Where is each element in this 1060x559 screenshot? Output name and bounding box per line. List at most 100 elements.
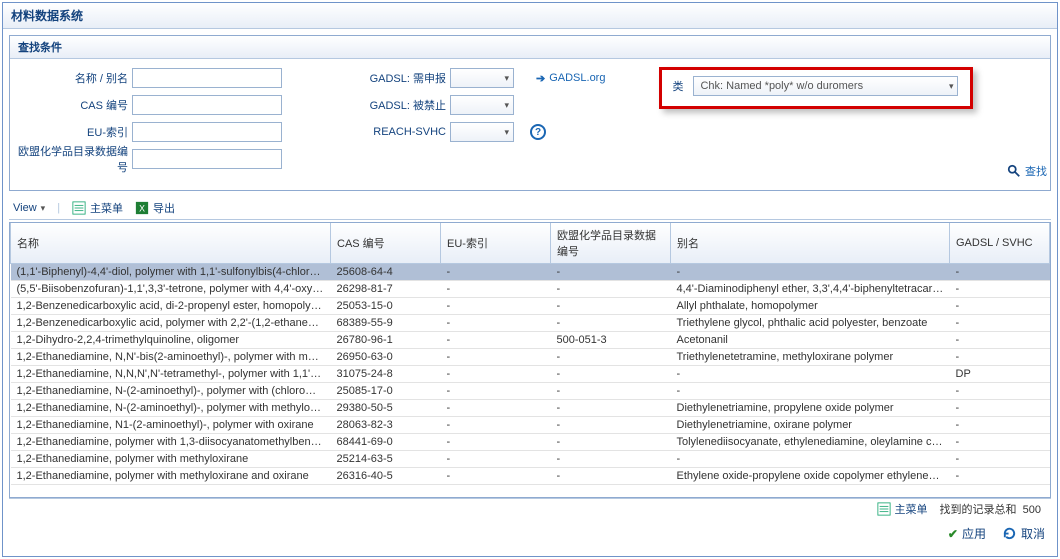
refresh-icon [1002, 526, 1017, 541]
col-eu[interactable]: EU-索引 [441, 223, 551, 264]
table-row[interactable]: 1,2-Benzenedicarboxylic acid, polymer wi… [11, 315, 1050, 332]
cell-cas: 31075-24-8 [331, 366, 441, 383]
cell-gadsl: - [950, 264, 1050, 281]
main-menu-button[interactable]: 主菜单 [72, 200, 123, 216]
cell-eunum: - [551, 417, 671, 434]
cell-eu: - [441, 383, 551, 400]
cell-alias: Acetonanil [671, 332, 950, 349]
gadsl-ban-label: GADSL: 被禁止 [366, 97, 446, 113]
cell-eunum: - [551, 468, 671, 485]
cell-cas: 26780-96-1 [331, 332, 441, 349]
cas-input[interactable] [132, 95, 282, 115]
grid-toolbar: View ▾ | 主菜单 X 导出 [9, 197, 1051, 220]
cell-cas: 25608-64-4 [331, 264, 441, 281]
col-name[interactable]: 名称 [11, 223, 331, 264]
cell-alias: Allyl phthalate, homopolymer [671, 298, 950, 315]
search-button[interactable]: 查找 [1025, 163, 1047, 179]
gadsl-link[interactable]: ➔GADSL.org [536, 72, 605, 85]
cancel-button[interactable]: 取消 [1002, 525, 1045, 542]
cell-alias: Diethylenetriamine, oxirane polymer [671, 417, 950, 434]
table-row[interactable]: 1,2-Ethanediamine, polymer with methylox… [11, 451, 1050, 468]
class-filter-highlight: 类 Chk: Named *poly* w/o duromers ▾ [659, 67, 973, 109]
cell-eunum: - [551, 366, 671, 383]
class-value: Chk: Named *poly* w/o duromers [700, 80, 863, 92]
cell-name: 1,2-Ethanediamine, polymer with 1,3-diis… [11, 434, 331, 451]
table-row[interactable]: (5,5'-Biisobenzofuran)-1,1',3,3'-tetrone… [11, 281, 1050, 298]
cell-name: 1,2-Ethanediamine, N-(2-aminoethyl)-, po… [11, 383, 331, 400]
chevron-down-icon: ▾ [504, 73, 509, 84]
cell-cas: 29380-50-5 [331, 400, 441, 417]
cell-alias: - [671, 451, 950, 468]
chevron-down-icon: ▾ [504, 127, 509, 138]
cell-eu: - [441, 349, 551, 366]
cell-gadsl: - [950, 417, 1050, 434]
table-row[interactable]: 1,2-Ethanediamine, N,N,N',N'-tetramethyl… [11, 366, 1050, 383]
table-row[interactable]: (1,1'-Biphenyl)-4,4'-diol, polymer with … [11, 264, 1050, 281]
cell-gadsl: - [950, 315, 1050, 332]
cell-name: 1,2-Benzenedicarboxylic acid, polymer wi… [11, 315, 331, 332]
col-alias[interactable]: 别名 [671, 223, 950, 264]
results-grid: 名称 CAS 编号 EU-索引 欧盟化学品目录数据编号 别名 GADSL / S… [9, 222, 1051, 498]
cell-name: 1,2-Ethanediamine, polymer with methylox… [11, 468, 331, 485]
cell-eu: - [441, 332, 551, 349]
cell-cas: 68389-55-9 [331, 315, 441, 332]
export-button[interactable]: X 导出 [135, 200, 175, 216]
cell-alias: Triethylene glycol, phthalic acid polyes… [671, 315, 950, 332]
cell-gadsl: - [950, 434, 1050, 451]
cell-gadsl: - [950, 468, 1050, 485]
cell-name: 1,2-Ethanediamine, N,N,N',N'-tetramethyl… [11, 366, 331, 383]
eucat-label: 欧盟化学品目录数据编号 [18, 143, 128, 175]
table-row[interactable]: 1,2-Dihydro-2,2,4-trimethylquinoline, ol… [11, 332, 1050, 349]
eucat-input[interactable] [132, 149, 282, 169]
cell-name: 1,2-Ethanediamine, N-(2-aminoethyl)-, po… [11, 400, 331, 417]
table-row[interactable]: 1,2-Ethanediamine, N-(2-aminoethyl)-, po… [11, 400, 1050, 417]
cell-alias: - [671, 366, 950, 383]
cell-alias: - [671, 264, 950, 281]
cell-eunum: - [551, 298, 671, 315]
footer-main-menu-button[interactable]: 主菜单 [877, 501, 928, 517]
view-button[interactable]: View ▾ [13, 202, 45, 214]
table-row[interactable]: 1,2-Benzenedicarboxylic acid, di-2-prope… [11, 298, 1050, 315]
cell-alias: Diethylenetriamine, propylene oxide poly… [671, 400, 950, 417]
cell-eunum: - [551, 434, 671, 451]
cell-eu: - [441, 264, 551, 281]
cell-eunum: - [551, 315, 671, 332]
reach-select[interactable]: ▾ [450, 122, 514, 142]
eu-input[interactable] [132, 122, 282, 142]
col-cas[interactable]: CAS 编号 [331, 223, 441, 264]
table-row[interactable]: 1,2-Ethanediamine, polymer with methylox… [11, 468, 1050, 485]
name-input[interactable] [132, 68, 282, 88]
name-label: 名称 / 别名 [18, 70, 128, 86]
class-select[interactable]: Chk: Named *poly* w/o duromers ▾ [693, 76, 958, 96]
cell-eu: - [441, 468, 551, 485]
cell-eunum: - [551, 264, 671, 281]
cell-gadsl: - [950, 349, 1050, 366]
svg-text:X: X [139, 204, 145, 214]
reach-label: REACH-SVHC [366, 126, 446, 138]
cell-name: (1,1'-Biphenyl)-4,4'-diol, polymer with … [11, 264, 331, 281]
gadsl-ban-select[interactable]: ▾ [450, 95, 514, 115]
cell-eu: - [441, 434, 551, 451]
cell-cas: 25214-63-5 [331, 451, 441, 468]
total-label: 找到的记录总和 [940, 504, 1017, 516]
cell-gadsl: - [950, 281, 1050, 298]
cell-eu: - [441, 298, 551, 315]
excel-icon: X [135, 201, 149, 215]
cell-eunum: - [551, 281, 671, 298]
table-row[interactable]: 1,2-Ethanediamine, polymer with 1,3-diis… [11, 434, 1050, 451]
table-row[interactable]: 1,2-Ethanediamine, N-(2-aminoethyl)-, po… [11, 383, 1050, 400]
class-label: 类 [672, 78, 683, 94]
col-gadsl[interactable]: GADSL / SVHC [950, 223, 1050, 264]
table-row[interactable]: 1,2-Ethanediamine, N1-(2-aminoethyl)-, p… [11, 417, 1050, 434]
cell-cas: 28063-82-3 [331, 417, 441, 434]
gadsl-report-select[interactable]: ▾ [450, 68, 514, 88]
cell-alias: Ethylene oxide-propylene oxide copolymer… [671, 468, 950, 485]
window-title: 材料数据系统 [3, 3, 1057, 29]
help-icon[interactable]: ? [530, 124, 546, 140]
table-row[interactable]: 1,2-Ethanediamine, N,N'-bis(2-aminoethyl… [11, 349, 1050, 366]
cell-name: 1,2-Ethanediamine, N,N'-bis(2-aminoethyl… [11, 349, 331, 366]
cell-cas: 26298-81-7 [331, 281, 441, 298]
cell-eu: - [441, 417, 551, 434]
col-eunum[interactable]: 欧盟化学品目录数据编号 [551, 223, 671, 264]
apply-button[interactable]: ✔应用 [948, 525, 986, 542]
